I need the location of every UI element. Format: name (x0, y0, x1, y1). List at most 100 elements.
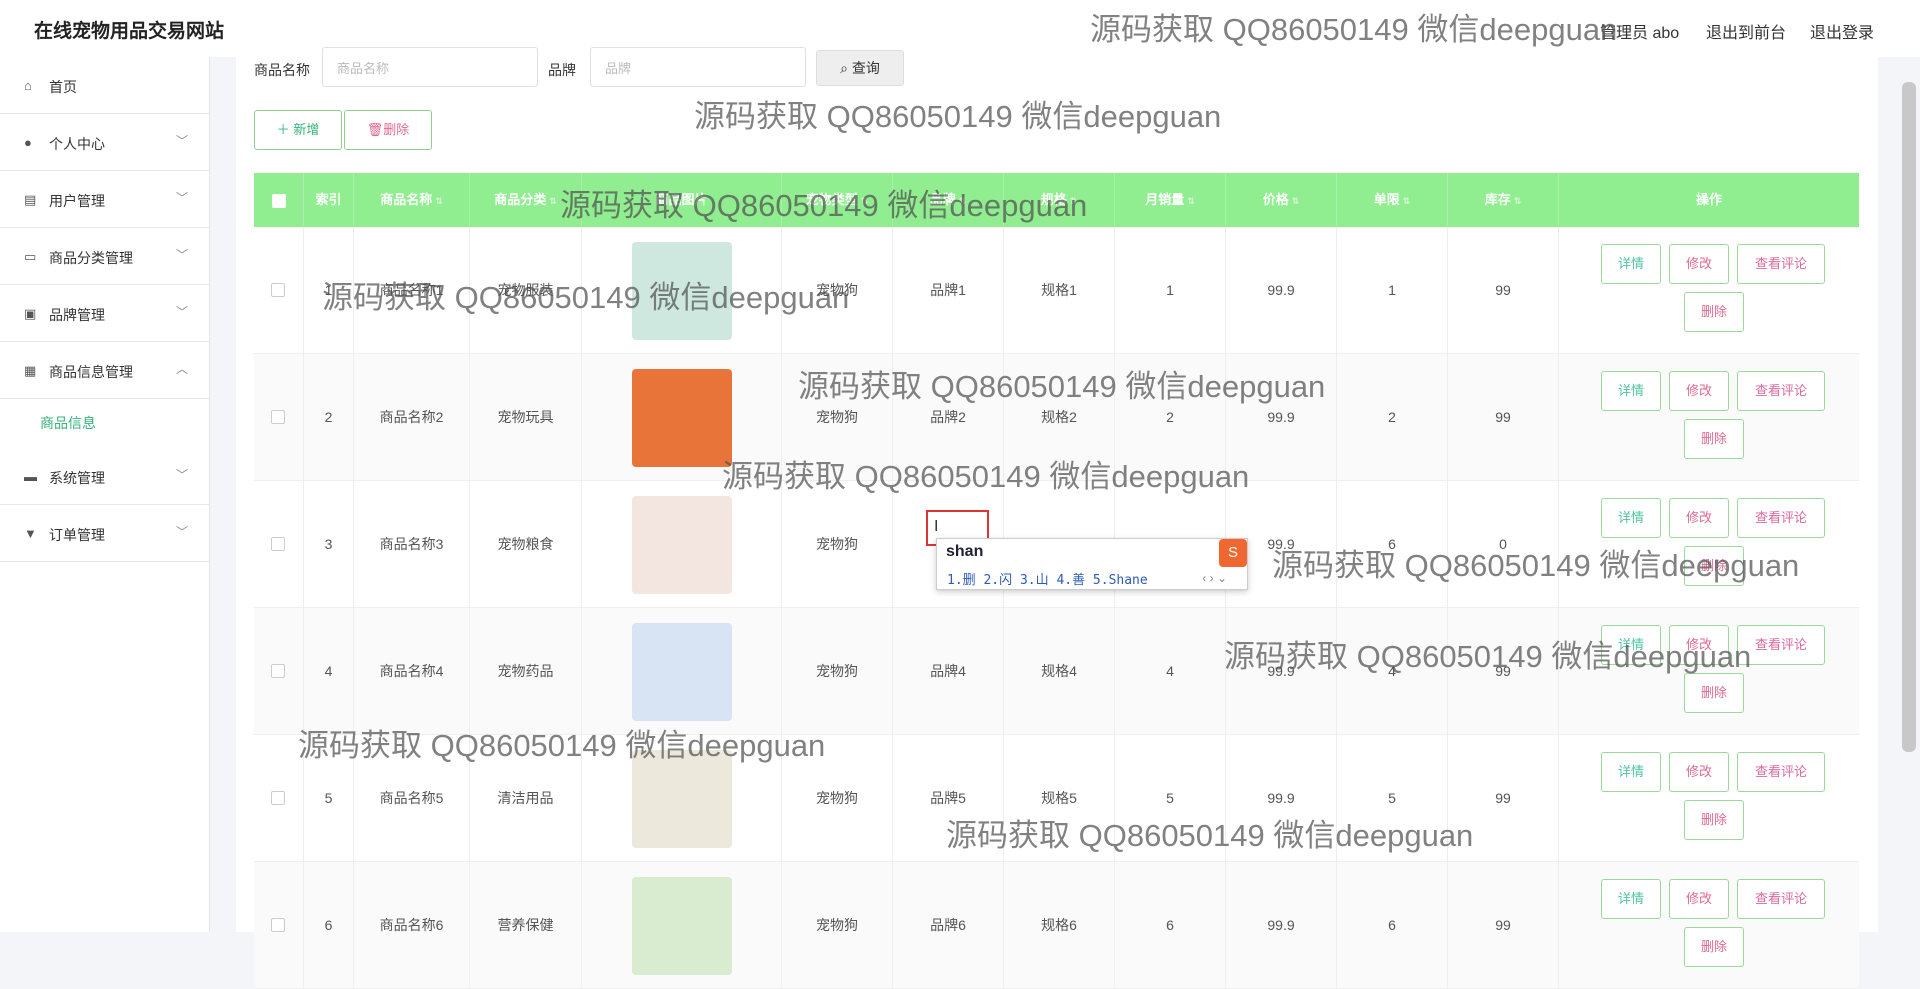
column-header[interactable]: 商品图片 (582, 173, 782, 227)
cell-name: 商品名称3 (354, 481, 470, 608)
column-header[interactable]: 商品分类 ⇅ (470, 173, 582, 227)
delete-button[interactable]: 删除 (1684, 292, 1744, 332)
view-review-button[interactable]: 查看评论 (1737, 879, 1825, 919)
monitor-icon: ▬ (24, 469, 37, 484)
column-header[interactable]: 索引 (304, 173, 354, 227)
column-header[interactable]: 商品名称 ⇅ (354, 173, 470, 227)
column-header[interactable]: 品牌 ⇅ (893, 173, 1004, 227)
cell-spec: 规格2 (1004, 354, 1115, 481)
edit-button[interactable]: 修改 (1669, 625, 1729, 665)
sidebar-item-label: 用户管理 (49, 193, 105, 209)
exit-to-front-link[interactable]: 退出到前台 (1706, 19, 1786, 43)
column-header[interactable]: 规格 ⇅ (1004, 173, 1115, 227)
sidebar-item-goods-info[interactable]: ▦ 商品信息管理 ︿ (0, 342, 210, 399)
view-review-button[interactable]: 查看评论 (1737, 244, 1825, 284)
cell-index: 1 (304, 227, 354, 354)
cell-operations: 详情 修改 查看评论删除 (1559, 354, 1859, 481)
edit-button[interactable]: 修改 (1669, 371, 1729, 411)
cell-name: 商品名称1 (354, 227, 470, 354)
row-checkbox[interactable] (271, 283, 285, 297)
delete-button[interactable]: 删除 (1684, 419, 1744, 459)
ime-page-arrows-icon[interactable]: ‹ › ⌄ (1202, 571, 1227, 585)
cell-limit: 1 (1337, 227, 1448, 354)
row-checkbox[interactable] (271, 664, 285, 678)
row-checkbox[interactable] (271, 791, 285, 805)
column-header[interactable]: 价格 ⇅ (1226, 173, 1337, 227)
ime-candidates[interactable]: 1.删 2.闪 3.山 4.善 5.Shane (947, 569, 1148, 588)
view-review-button[interactable]: 查看评论 (1737, 498, 1825, 538)
logout-link[interactable]: 退出登录 (1810, 19, 1874, 43)
add-button[interactable]: ＋ 新增 (254, 110, 342, 150)
sidebar-item-orders[interactable]: ▼ 订单管理 ﹀ (0, 505, 210, 562)
table-header: 索引 商品名称 ⇅ 商品分类 ⇅ 商品图片 宠物类型 ⇅ 品牌 ⇅ 规格 ⇅ 月销量 ⇅ 价… (254, 173, 1859, 227)
cell-sales: 5 (1115, 735, 1226, 862)
cell-index: 3 (304, 481, 354, 608)
delete-button[interactable]: 删除 (1684, 546, 1744, 586)
sidebar-item-brand[interactable]: ▣ 品牌管理 ﹀ (0, 285, 210, 342)
edit-button[interactable]: 修改 (1669, 752, 1729, 792)
sidebar-item-label: 品牌管理 (49, 307, 105, 323)
delete-button[interactable]: 删除 (1684, 927, 1744, 967)
query-button[interactable]: ⌕ 查询 (816, 50, 904, 86)
row-checkbox[interactable] (271, 918, 285, 932)
detail-button[interactable]: 详情 (1601, 752, 1661, 792)
delete-button[interactable]: 删除 (1684, 800, 1744, 840)
column-header[interactable]: 单限 ⇅ (1337, 173, 1448, 227)
add-button-label: 新增 (293, 122, 320, 137)
chevron-down-icon: ﹀ (175, 525, 188, 539)
product-image[interactable] (632, 242, 732, 340)
sidebar-item-personal[interactable]: ● 个人中心 ﹀ (0, 114, 210, 171)
delete-button[interactable]: 删除 (1684, 673, 1744, 713)
cell-limit: 2 (1337, 354, 1448, 481)
edit-button[interactable]: 修改 (1669, 244, 1729, 284)
select-all-checkbox[interactable] (271, 193, 286, 208)
sidebar-item-category[interactable]: ▭ 商品分类管理 ﹀ (0, 228, 210, 285)
cell-brand: 品牌5 (893, 735, 1004, 862)
sidebar-item-users[interactable]: ▤ 用户管理 ﹀ (0, 171, 210, 228)
detail-button[interactable]: 详情 (1601, 498, 1661, 538)
table-row: 5 商品名称5 清洁用品 宠物狗 品牌5 规格5 5 99.9 5 99 详情 修改 查看评论 删除 (254, 735, 1859, 862)
column-header[interactable]: 宠物类型 ⇅ (782, 173, 893, 227)
product-image[interactable] (632, 369, 732, 467)
edit-button[interactable]: 修改 (1669, 879, 1729, 919)
detail-button[interactable]: 详情 (1601, 625, 1661, 665)
trash-icon: 🗑 (366, 122, 384, 137)
cell-image (582, 481, 782, 608)
chevron-down-icon: ﹀ (175, 191, 188, 205)
table-row: 6 商品名称6 营养保健 宠物狗 品牌6 规格6 6 99.9 6 99 详情 修改 查看评论 删除 (254, 862, 1859, 989)
cell-pet-type: 宠物狗 (782, 608, 893, 735)
name-search-input[interactable]: 商品名称 (322, 47, 538, 87)
cell-spec: 规格4 (1004, 608, 1115, 735)
sidebar-item-home[interactable]: ⌂ 首页 (0, 57, 210, 114)
cell-category: 宠物服装 (470, 227, 582, 354)
scrollbar[interactable] (1902, 82, 1916, 752)
sidebar-subitem-goods[interactable]: 商品信息 (0, 399, 210, 446)
detail-button[interactable]: 详情 (1601, 371, 1661, 411)
batch-delete-button[interactable]: 🗑删除 (344, 110, 432, 150)
row-checkbox[interactable] (271, 410, 285, 424)
product-image[interactable] (632, 877, 732, 975)
product-image[interactable] (632, 496, 732, 594)
brand-search-input[interactable]: 品牌 (590, 47, 806, 87)
cell-category: 宠物药品 (470, 608, 582, 735)
row-checkbox[interactable] (271, 537, 285, 551)
tag-icon: ▣ (24, 306, 37, 321)
ime-input-text: shan (946, 543, 984, 560)
column-header[interactable]: 库存 ⇅ (1448, 173, 1559, 227)
ime-candidate-panel[interactable]: shan 1.删 2.闪 3.山 4.善 5.Shane S ‹ › ⌄ (936, 538, 1248, 590)
user-icon: ● (24, 135, 32, 150)
detail-button[interactable]: 详情 (1601, 244, 1661, 284)
column-header[interactable]: 月销量 ⇅ (1115, 173, 1226, 227)
detail-button[interactable]: 详情 (1601, 879, 1661, 919)
site-title: 在线宠物用品交易网站 (34, 21, 225, 42)
view-review-button[interactable]: 查看评论 (1737, 371, 1825, 411)
sidebar-subitem-label: 商品信息 (40, 415, 96, 431)
product-image[interactable] (632, 750, 732, 848)
view-review-button[interactable]: 查看评论 (1737, 625, 1825, 665)
sidebar-item-system[interactable]: ▬ 系统管理 ﹀ (0, 448, 210, 505)
edit-button[interactable]: 修改 (1669, 498, 1729, 538)
cell-image (582, 608, 782, 735)
view-review-button[interactable]: 查看评论 (1737, 752, 1825, 792)
product-image[interactable] (632, 623, 732, 721)
grid-icon: ▦ (24, 363, 37, 378)
